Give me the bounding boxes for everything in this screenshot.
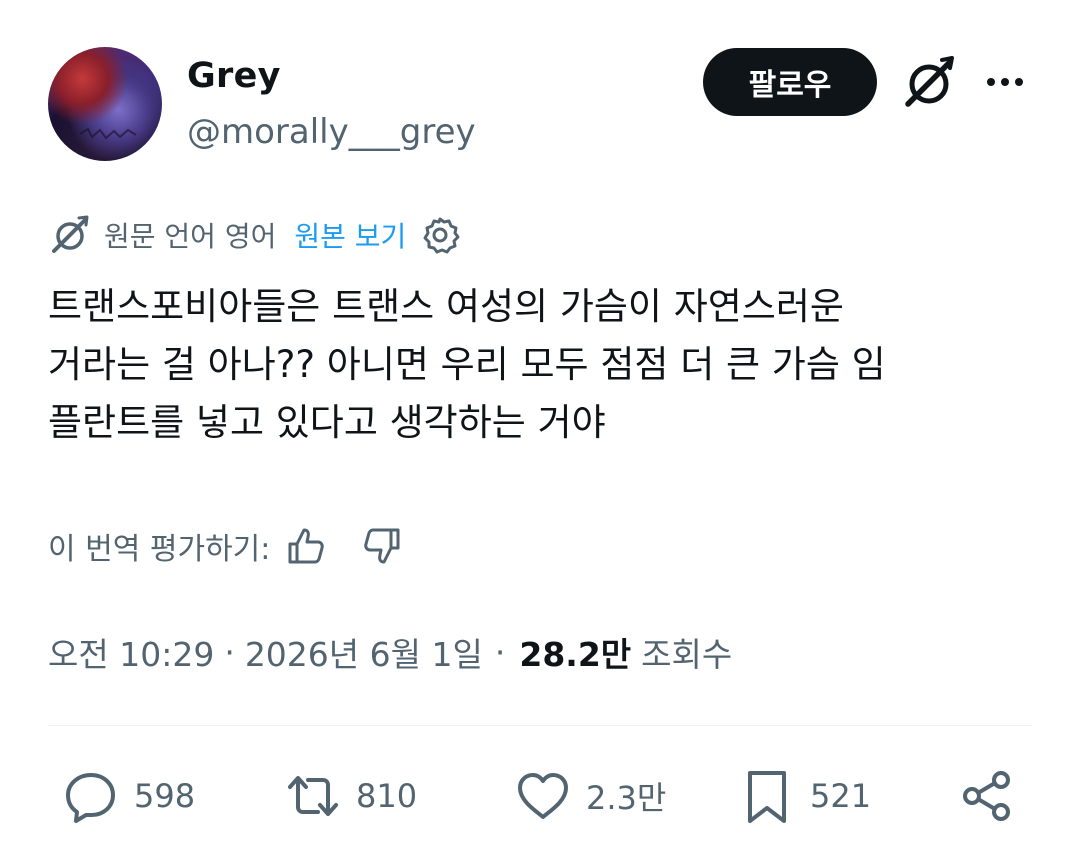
retweet-button[interactable]: 810: [284, 764, 417, 828]
source-language-label: 원문 언어 영어: [104, 220, 277, 253]
translation-bar: 원문 언어 영어 원본 보기: [48, 212, 460, 258]
tweet-date[interactable]: 2026년 6월 1일: [245, 628, 483, 676]
bookmark-count: 521: [810, 777, 872, 815]
bookmark-icon: [748, 771, 786, 823]
tweet-meta: 오전 10:29 · 2026년 6월 1일 · 28.2만 조회수: [48, 628, 732, 676]
avatar-tattoo-mark: [79, 127, 137, 140]
tweet-time[interactable]: 오전 10:29: [48, 628, 214, 676]
meta-separator: ·: [494, 632, 506, 672]
bookmark-button[interactable]: 521: [738, 764, 871, 828]
like-button[interactable]: 2.3만: [514, 764, 666, 828]
rate-translation-row: 이 번역 평가하기:: [48, 523, 404, 569]
views-label: 조회수: [641, 635, 733, 674]
follow-button[interactable]: 팔로우: [703, 48, 877, 116]
reply-icon: [66, 773, 115, 823]
user-handle[interactable]: @morally___grey: [187, 112, 476, 152]
avatar[interactable]: [48, 47, 162, 161]
reply-count: 598: [134, 777, 196, 815]
show-original-link[interactable]: 원본 보기: [294, 215, 406, 255]
share-button[interactable]: [958, 764, 1016, 828]
grok-icon[interactable]: [900, 54, 958, 112]
translate-icon: [52, 215, 89, 253]
rate-translation-label: 이 번역 평가하기:: [48, 532, 271, 567]
settings-icon[interactable]: [420, 215, 460, 255]
meta-separator: ·: [224, 632, 235, 672]
divider: [48, 725, 1032, 726]
reply-button[interactable]: 598: [62, 764, 195, 828]
views-count: 28.2만: [519, 635, 632, 674]
more-icon[interactable]: [980, 62, 1030, 102]
retweet-count: 810: [356, 777, 418, 815]
tweet-text: 트랜스포비아들은 트랜스 여성의 가슴이 자연스러운 거라는 걸 아나?? 아니…: [48, 285, 886, 444]
thumbs-up-icon[interactable]: [284, 524, 328, 568]
like-icon: [518, 773, 568, 819]
thumbs-down-icon[interactable]: [360, 524, 404, 568]
share-icon: [963, 771, 1010, 821]
display-name[interactable]: Grey: [187, 56, 281, 96]
action-bar: 598 810 2.3만 521: [48, 764, 1032, 828]
like-count: 2.3만: [586, 779, 667, 817]
retweet-icon: [288, 776, 338, 816]
